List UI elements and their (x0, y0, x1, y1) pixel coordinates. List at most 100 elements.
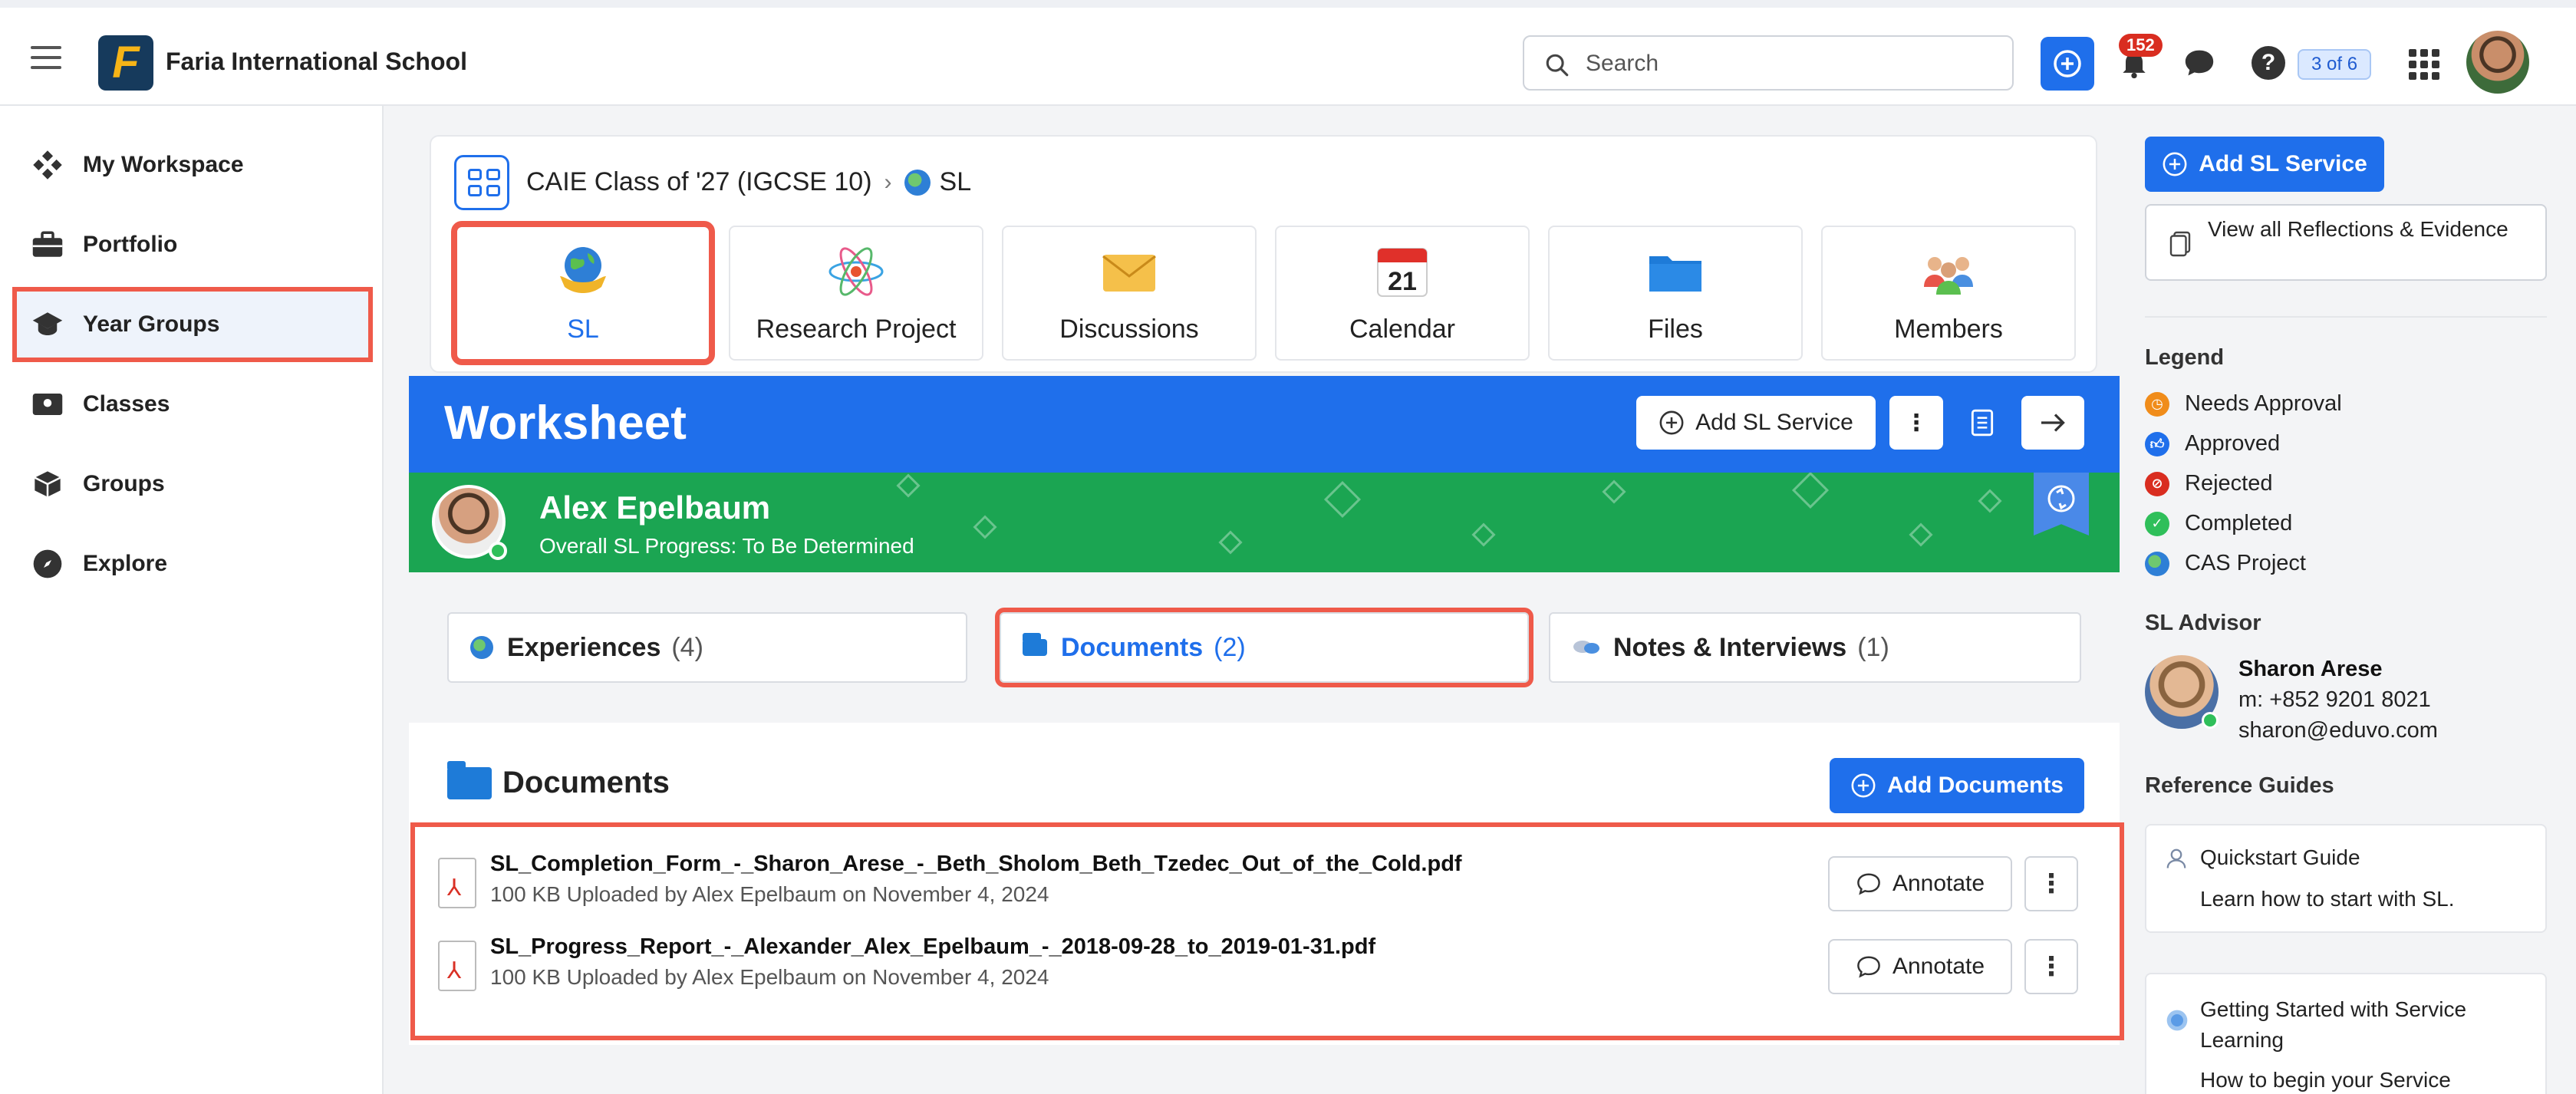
tile-label: Calendar (1349, 315, 1455, 344)
print-button[interactable] (1955, 396, 2009, 450)
advisor-name: Sharon Arese (2238, 657, 2383, 681)
guide-title: Quickstart Guide (2200, 845, 2360, 869)
globe-icon (470, 636, 493, 659)
search-input[interactable] (1586, 49, 1985, 78)
sidebar-item-my-workspace[interactable]: My Workspace (17, 132, 368, 198)
sidebar-item-explore[interactable]: Explore (17, 531, 368, 597)
annotate-button[interactable]: Annotate (1828, 939, 2012, 994)
apps-icon[interactable] (454, 155, 509, 210)
tab-count: (2) (1214, 632, 1246, 662)
advisor-phone: m: +852 9201 8021 (2238, 687, 2431, 712)
top-bar: F Faria International School 152 ? 3 of … (0, 0, 2576, 106)
decor-diamond (1978, 489, 2002, 513)
user-avatar[interactable] (2466, 31, 2529, 94)
add-documents-button[interactable]: Add Documents (1830, 758, 2084, 813)
decor-diamond (973, 515, 997, 539)
tab-calendar[interactable]: 21 Calendar (1275, 226, 1530, 361)
annotate-label: Annotate (1892, 954, 1985, 979)
apps-grid-icon[interactable] (2409, 49, 2439, 80)
tab-documents[interactable]: Documents (2) (995, 608, 1533, 687)
folder-icon (447, 760, 492, 799)
legend-item-needs-approval: ◷ Needs Approval (2145, 391, 2342, 417)
tab-files[interactable]: Files (1548, 226, 1803, 361)
next-arrow-button[interactable] (2021, 396, 2084, 450)
add-sl-label: Add SL Service (2199, 151, 2367, 176)
create-button[interactable] (2041, 37, 2094, 91)
sidebar-item-label: Classes (83, 391, 170, 417)
globe-icon (904, 169, 931, 196)
school-name[interactable]: Faria International School (166, 48, 467, 76)
chat-icon[interactable] (2182, 48, 2216, 78)
documents-title: Documents (502, 766, 670, 799)
guide-title: Getting Started with Service Learning (2200, 997, 2467, 1052)
class-icon (31, 387, 64, 421)
tab-discussions[interactable]: Discussions (1002, 226, 1257, 361)
sidebar: My Workspace Portfolio Year Groups Class… (0, 106, 384, 1094)
document-name[interactable]: SL_Progress_Report_-_Alexander_Alex_Epel… (490, 934, 1375, 960)
sidebar-item-year-groups[interactable]: Year Groups (12, 287, 373, 362)
tab-members[interactable]: Members (1821, 226, 2076, 361)
sidebar-item-label: Explore (83, 551, 168, 576)
documents-heading: Documents (447, 760, 670, 800)
tab-label: Notes & Interviews (1613, 632, 1847, 662)
annotate-button[interactable]: Annotate (1828, 856, 2012, 911)
sidebar-item-classes[interactable]: Classes (17, 371, 368, 437)
legend-item-approved: 👍︎ Approved (2145, 431, 2280, 456)
annotate-label: Annotate (1892, 871, 1985, 896)
documents-panel: Documents Add Documents SL_Completion_Fo… (409, 723, 2124, 1045)
sidebar-item-portfolio[interactable]: Portfolio (17, 212, 368, 278)
calendar-day: 21 (1388, 267, 1417, 296)
add-sl-service-button[interactable]: Add SL Service (1636, 396, 1876, 450)
envelope-icon (1102, 255, 1156, 292)
onboarding-steps-badge[interactable]: 3 of 6 (2298, 49, 2372, 80)
speech-bubbles-icon (1573, 641, 1599, 654)
tab-label: Documents (1061, 632, 1204, 662)
tab-label: Experiences (507, 632, 661, 662)
search-icon (1546, 54, 1569, 77)
tab-research-project[interactable]: Research Project (729, 226, 983, 361)
decor-diamond (896, 473, 921, 498)
online-status-icon (2202, 712, 2219, 729)
document-list-icon (1971, 409, 1994, 437)
globe-icon (2145, 551, 2169, 576)
calendar-icon: 21 (1377, 248, 1428, 297)
hamburger-menu-icon[interactable] (31, 46, 61, 69)
guide-card-getting-started[interactable]: Getting Started with Service Learning Ho… (2145, 973, 2547, 1094)
document-name[interactable]: SL_Completion_Form_-_Sharon_Arese_-_Beth… (490, 852, 1462, 877)
diamond-grid-icon (31, 148, 64, 182)
kebab-icon: ⋮ (2038, 869, 2064, 898)
briefcase-icon (31, 228, 64, 262)
decor-diamond (1471, 522, 1496, 547)
more-options-button[interactable]: ⋮ (1889, 396, 1943, 450)
breadcrumb-parent[interactable]: CAIE Class of '27 (IGCSE 10) (526, 167, 872, 197)
divider (2145, 316, 2547, 318)
guide-card-quickstart[interactable]: Quickstart Guide Learn how to start with… (2145, 824, 2547, 933)
school-logo[interactable]: F (98, 35, 153, 91)
refresh-ribbon[interactable] (2034, 473, 2089, 535)
advisor-email[interactable]: sharon@eduvo.com (2238, 718, 2438, 743)
view-all-reflections-button[interactable]: View all Reflections & Evidence (2145, 204, 2547, 281)
tab-experiences[interactable]: Experiences (4) (447, 612, 967, 683)
document-options-button[interactable]: ⋮ (2024, 856, 2078, 911)
cube-icon (31, 467, 64, 501)
document-options-button[interactable]: ⋮ (2024, 939, 2078, 994)
breadcrumb: CAIE Class of '27 (IGCSE 10) › SL (526, 167, 971, 197)
advisor-title: SL Advisor (2145, 611, 2261, 635)
plus-circle-icon (2054, 50, 2081, 77)
tab-sl[interactable]: SL (451, 221, 715, 365)
pdf-file-icon (438, 941, 476, 991)
search-box[interactable] (1523, 35, 2014, 91)
legend-title: Legend (2145, 345, 2225, 370)
tab-notes-interviews[interactable]: Notes & Interviews (1) (1549, 612, 2081, 683)
add-sl-service-primary-button[interactable]: Add SL Service (2145, 137, 2384, 192)
tile-label: Members (1894, 315, 2003, 344)
people-icon (1924, 257, 1973, 295)
sidebar-item-groups[interactable]: Groups (17, 451, 368, 517)
guide-subtitle: How to begin your Service (2200, 1068, 2451, 1092)
help-icon[interactable]: ? (2252, 46, 2285, 80)
decor-diamond (1791, 473, 1830, 509)
tab-count: (4) (671, 632, 703, 662)
group-header-card: CAIE Class of '27 (IGCSE 10) › SL SL Res… (430, 135, 2097, 373)
compass-icon (31, 547, 64, 581)
tile-label: Discussions (1059, 315, 1199, 344)
